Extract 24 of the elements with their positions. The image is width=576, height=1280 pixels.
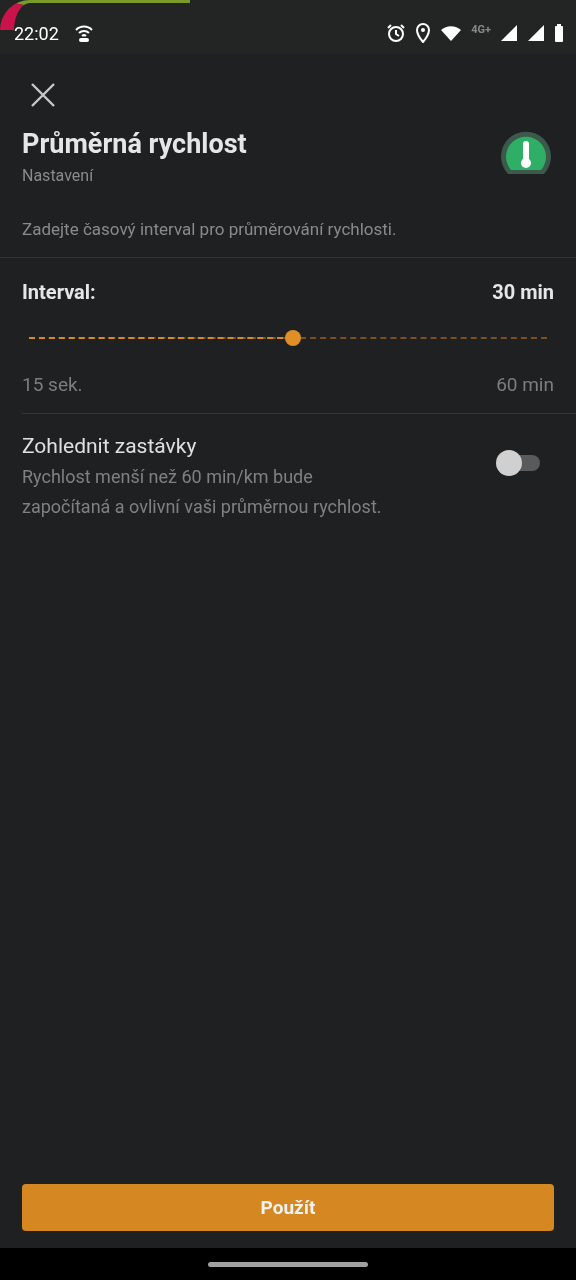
signal-icon <box>500 24 518 42</box>
page-title: Průměrná rychlost <box>22 128 247 160</box>
home-indicator[interactable] <box>208 1261 368 1267</box>
signal-icon <box>527 24 545 42</box>
max-label: 60 min <box>496 373 554 396</box>
close-icon[interactable] <box>30 82 56 108</box>
apply-button[interactable]: Použít <box>22 1184 554 1231</box>
slider-thumb[interactable] <box>285 330 302 346</box>
clock: 22:02 <box>14 22 59 44</box>
page-subtitle: Nastavení <box>22 166 95 185</box>
setting-title: Zohlednit zastávky <box>22 434 198 458</box>
wifi-hotspot-icon <box>73 23 94 43</box>
min-label: 15 sek. <box>22 373 83 396</box>
network-type: 4G+ <box>471 22 491 36</box>
interval-label: Interval: <box>22 280 96 304</box>
interval-value: 30 min <box>492 280 554 304</box>
description-text: Zadejte časový interval pro průměrování rychlosti. <box>21 218 398 241</box>
toggle-switch[interactable] <box>496 450 540 476</box>
location-icon <box>415 23 432 43</box>
interval-slider[interactable] <box>29 328 547 348</box>
setting-description: Rychlost menší než 60 min/km bude započítaná a ovlivní vaši průměrnou rychlost. <box>22 465 382 519</box>
wifi-icon <box>440 24 463 42</box>
battery-icon <box>554 24 564 42</box>
alarm-icon <box>386 23 407 43</box>
